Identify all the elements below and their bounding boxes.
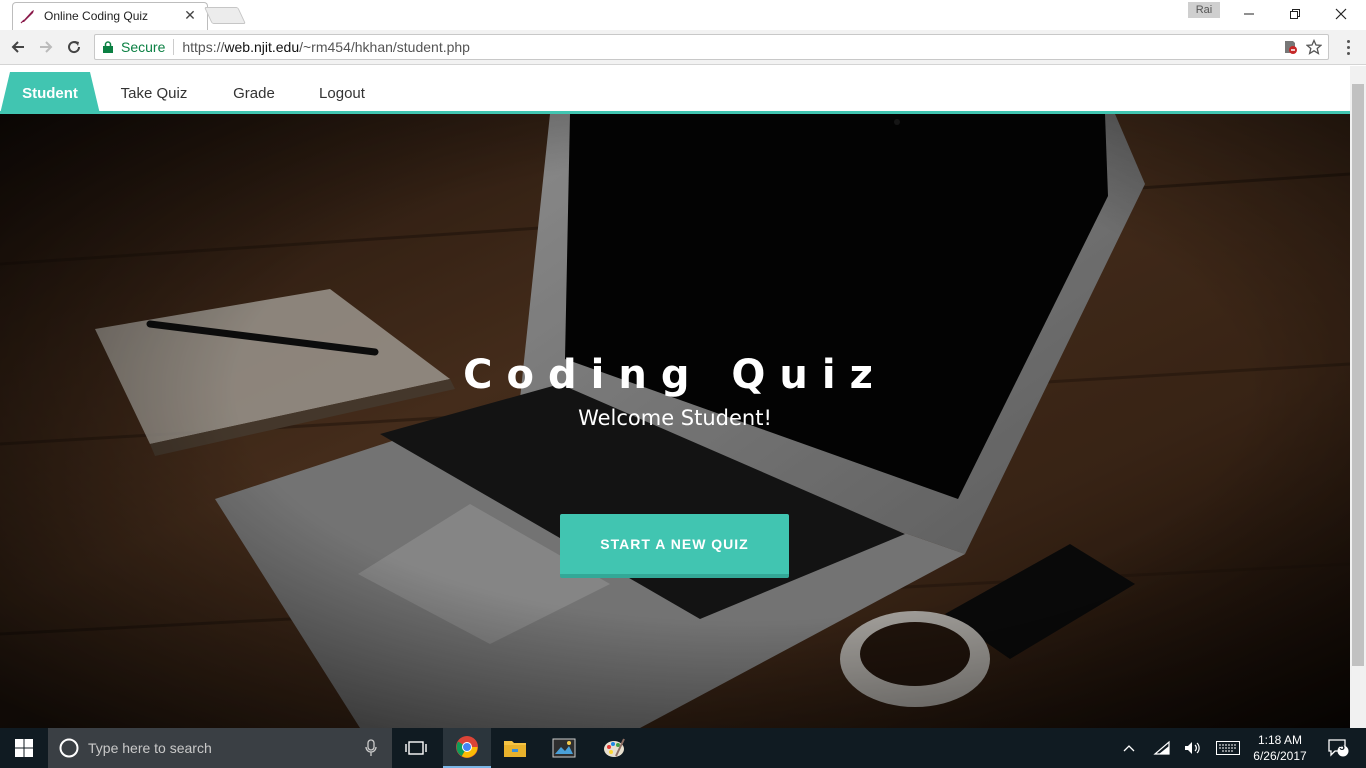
cortana-circle-icon: [59, 738, 79, 758]
clock-time: 1:18 AM: [1257, 733, 1303, 747]
profile-badge[interactable]: Rai: [1188, 2, 1220, 18]
reload-icon[interactable]: [62, 35, 86, 59]
browser-toolbar: Secure https://web.njit.edu/~rm454/hkhan…: [0, 30, 1366, 65]
taskbar-clock[interactable]: 1:18 AM 6/26/2017: [1250, 732, 1310, 764]
new-tab-button[interactable]: [204, 7, 246, 24]
task-view-icon[interactable]: [392, 728, 440, 768]
web-page: Student Take Quiz Grade Logout Coding Qu…: [0, 66, 1350, 728]
nav-grade[interactable]: Grade: [222, 72, 286, 114]
browser-titlebar: Online Coding Quiz ✕ Rai: [0, 0, 1366, 30]
hero-title: Coding Quiz: [463, 352, 887, 398]
search-placeholder: Type here to search: [88, 740, 212, 756]
notification-count: 5: [1339, 742, 1345, 753]
quill-favicon-icon: [20, 9, 34, 23]
minimize-icon[interactable]: [1226, 0, 1272, 28]
browser-menu-icon[interactable]: [1340, 36, 1356, 58]
hero-section: Coding Quiz Welcome Student! START A NEW…: [0, 114, 1350, 728]
site-navbar: Student Take Quiz Grade Logout: [0, 66, 1350, 114]
forward-arrow-icon[interactable]: [34, 35, 58, 59]
nav-student[interactable]: Student: [0, 72, 100, 114]
tray-chevron-up-icon[interactable]: [1118, 728, 1140, 768]
tab-title: Online Coding Quiz: [44, 8, 149, 23]
file-explorer-icon[interactable]: [491, 728, 539, 768]
clock-date: 6/26/2017: [1253, 749, 1307, 763]
site-shield-icon[interactable]: [1282, 39, 1298, 55]
url-scheme: https://: [182, 39, 225, 55]
taskbar-search-box[interactable]: Type here to search: [48, 728, 392, 768]
windows-start-icon[interactable]: [0, 728, 48, 768]
start-quiz-button[interactable]: START A NEW QUIZ: [560, 514, 789, 578]
url-text[interactable]: https://web.njit.edu/~rm454/hkhan/studen…: [182, 39, 470, 55]
wifi-icon[interactable]: [1150, 728, 1174, 768]
url-path: /~rm454/hkhan/student.php: [299, 39, 470, 55]
bookmark-star-icon[interactable]: [1306, 39, 1322, 55]
paint-app-icon[interactable]: [590, 728, 638, 768]
microphone-icon[interactable]: [365, 739, 377, 757]
action-center-icon[interactable]: 5: [1318, 728, 1358, 768]
page-scrollbar[interactable]: [1350, 66, 1366, 728]
nav-take-quiz[interactable]: Take Quiz: [106, 72, 202, 114]
lock-icon: [103, 41, 113, 53]
secure-label: Secure: [121, 39, 166, 55]
chrome-taskbar-icon[interactable]: [443, 728, 491, 768]
url-host: web.njit.edu: [224, 39, 300, 55]
close-window-icon[interactable]: [1318, 0, 1364, 28]
keyboard-icon[interactable]: [1212, 728, 1244, 768]
browser-tab-content[interactable]: Online Coding Quiz ✕: [20, 2, 204, 29]
omnibox-divider: [173, 39, 175, 55]
volume-icon[interactable]: [1180, 728, 1204, 768]
restore-icon[interactable]: [1272, 0, 1318, 28]
address-bar[interactable]: Secure https://web.njit.edu/~rm454/hkhan…: [94, 34, 1329, 60]
photos-app-icon[interactable]: [540, 728, 588, 768]
hero-subtitle: Welcome Student!: [578, 406, 772, 430]
scrollbar-thumb[interactable]: [1352, 84, 1364, 666]
nav-logout[interactable]: Logout: [306, 72, 378, 114]
back-arrow-icon[interactable]: [6, 35, 30, 59]
tab-close-icon[interactable]: ✕: [182, 7, 198, 24]
windows-taskbar: Type here to search 1:18 AM 6/26/2017 5: [0, 728, 1366, 768]
